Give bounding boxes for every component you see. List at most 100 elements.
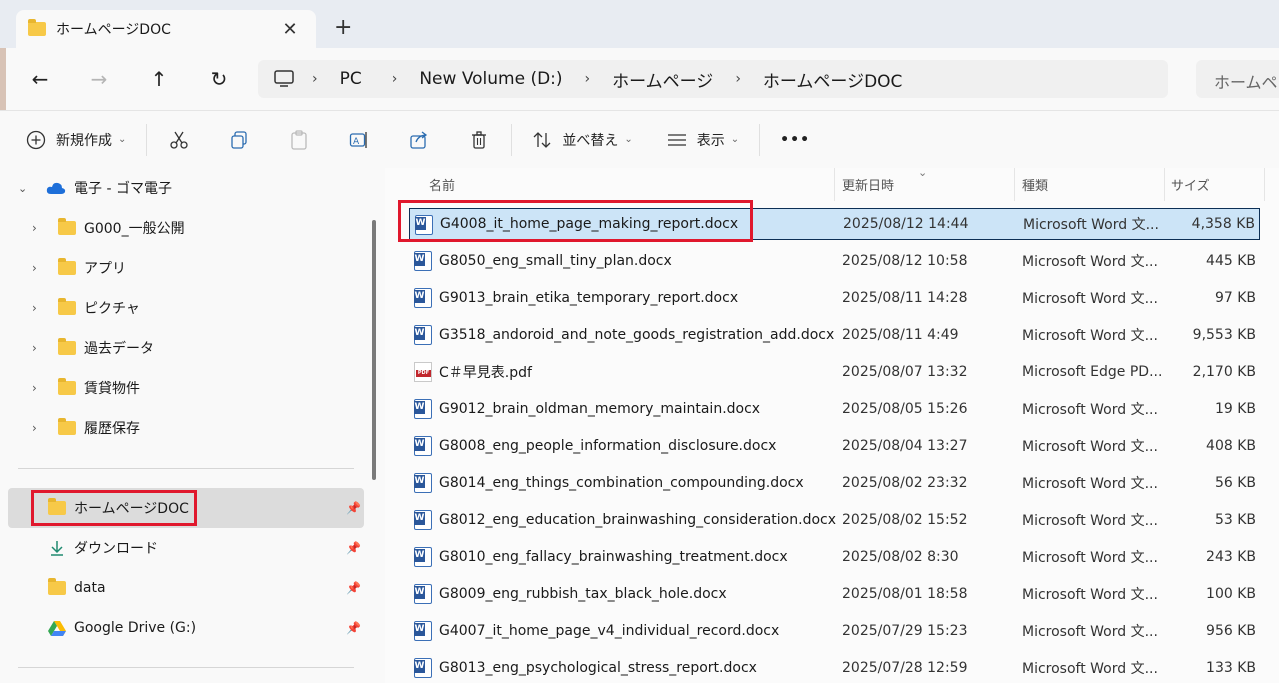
file-name: G8010_eng_fallacy_brainwashing_treatment… — [439, 549, 788, 565]
sidebar-item-pinned[interactable]: data — [48, 573, 106, 603]
chevron-right-icon: › — [32, 341, 37, 355]
forward-button[interactable]: → — [87, 68, 111, 90]
column-header-name[interactable]: 名前 — [429, 168, 455, 201]
file-name: C＃早見表.pdf — [439, 365, 532, 381]
sidebar-item-pinned[interactable]: Google Drive (G:) — [48, 613, 196, 643]
share-button[interactable] — [409, 130, 429, 150]
file-date: 2025/08/02 15:52 — [842, 512, 968, 528]
file-date: 2025/08/02 8:30 — [842, 549, 959, 565]
close-tab-icon[interactable]: ✕ — [280, 19, 300, 40]
file-size: 445 KB — [1206, 253, 1256, 269]
word-document-icon — [414, 288, 432, 308]
refresh-button[interactable]: ↻ — [207, 68, 231, 90]
word-document-icon — [414, 436, 432, 456]
folder-icon — [58, 298, 76, 315]
copy-button[interactable] — [229, 130, 249, 150]
trash-icon — [472, 130, 487, 149]
sort-button[interactable]: 並べ替え ⌄ — [532, 130, 633, 150]
file-name: G8050_eng_small_tiny_plan.docx — [439, 253, 672, 269]
file-size: 97 KB — [1214, 290, 1256, 306]
file-type: Microsoft Word 文... — [1022, 328, 1158, 344]
pin-icon[interactable]: 📌 — [346, 581, 361, 595]
sidebar-scrollbar[interactable] — [372, 220, 376, 480]
file-size: 9,553 KB — [1192, 327, 1256, 343]
view-list-icon — [667, 133, 686, 146]
pin-icon[interactable]: 📌 — [346, 621, 361, 635]
file-row[interactable]: G8050_eng_small_tiny_plan.docx 2025/08/1… — [409, 245, 1260, 277]
file-row[interactable]: G8013_eng_psychological_stress_report.do… — [409, 652, 1260, 683]
word-document-icon — [414, 584, 432, 604]
sidebar-item-onedrive[interactable]: ⌄ 電子 - ゴマ電子 — [18, 173, 172, 203]
word-document-icon — [414, 473, 432, 493]
file-row[interactable]: G9012_brain_oldman_memory_maintain.docx … — [409, 393, 1260, 425]
breadcrumb-pc[interactable]: PC — [340, 69, 362, 89]
file-date: 2025/08/05 15:26 — [842, 401, 968, 417]
paste-button[interactable] — [289, 129, 309, 150]
file-row[interactable]: G8014_eng_things_combination_compounding… — [409, 467, 1260, 499]
file-row[interactable]: G8012_eng_education_brainwashing_conside… — [409, 504, 1260, 536]
file-type: Microsoft Word 文... — [1022, 587, 1158, 603]
chevron-right-icon: › — [32, 301, 37, 315]
new-button[interactable]: 新規作成 ⌄ — [26, 130, 126, 150]
file-date: 2025/08/12 10:58 — [842, 253, 968, 269]
sidebar-item-folder[interactable]: › ピクチャ — [32, 293, 140, 323]
breadcrumb-homepage[interactable]: ホームページ — [612, 67, 713, 92]
file-date: 2025/08/02 23:32 — [842, 475, 968, 491]
more-options-button[interactable]: ••• — [780, 132, 810, 148]
address-bar[interactable]: › PC › New Volume (D:) › ホームページ › ホームページ… — [258, 60, 1168, 98]
breadcrumb-separator: › — [391, 71, 398, 87]
column-divider[interactable] — [1164, 168, 1165, 201]
file-type: Microsoft Word 文... — [1022, 476, 1158, 492]
divider — [18, 468, 354, 469]
column-divider[interactable] — [1264, 168, 1265, 201]
file-name: G8009_eng_rubbish_tax_black_hole.docx — [439, 586, 727, 602]
search-input[interactable]: ホームページ — [1196, 60, 1279, 98]
back-button[interactable]: ← — [28, 68, 52, 90]
sidebar-item-label: アプリ — [84, 261, 126, 277]
word-document-icon — [414, 325, 432, 345]
paste-icon — [291, 129, 308, 150]
file-row[interactable]: C＃早見表.pdf 2025/08/07 13:32 Microsoft Edg… — [409, 356, 1260, 388]
file-type: Microsoft Word 文... — [1022, 624, 1158, 640]
address-row: ← → ↑ ↻ › PC › New Volume (D:) › ホームページ … — [6, 48, 1279, 110]
file-size: 53 KB — [1214, 512, 1256, 528]
breadcrumb-volume[interactable]: New Volume (D:) — [419, 69, 562, 89]
sidebar-item-folder[interactable]: › アプリ — [32, 253, 126, 283]
word-document-icon — [414, 547, 432, 567]
column-divider[interactable] — [834, 168, 835, 201]
chevron-down-icon: ⌄ — [624, 134, 633, 145]
rename-button[interactable]: A — [349, 130, 369, 150]
cut-button[interactable] — [169, 130, 189, 150]
pin-icon[interactable]: 📌 — [346, 541, 361, 555]
column-header-type[interactable]: 種類 — [1022, 168, 1048, 201]
new-tab-button[interactable]: + — [334, 17, 352, 39]
file-row[interactable]: G4007_it_home_page_v4_individual_record.… — [409, 615, 1260, 647]
word-document-icon — [414, 251, 432, 271]
chevron-down-icon: ⌄ — [118, 134, 127, 145]
breadcrumb-homepage-doc[interactable]: ホームページDOC — [763, 67, 903, 92]
tab-active[interactable]: ホームページDOC ✕ — [16, 10, 316, 48]
command-bar: 新規作成 ⌄ A 並べ替え ⌄ 表示 ⌄ ••• — [0, 110, 1279, 168]
sidebar-item-folder[interactable]: › 履歴保存 — [32, 413, 140, 443]
file-row[interactable]: G9013_brain_etika_temporary_report.docx … — [409, 282, 1260, 314]
tab-title: ホームページDOC — [56, 22, 171, 38]
pin-icon[interactable]: 📌 — [346, 501, 361, 515]
up-button[interactable]: ↑ — [147, 68, 171, 90]
file-name: G8014_eng_things_combination_compounding… — [439, 475, 804, 491]
view-button[interactable]: 表示 ⌄ — [667, 130, 739, 150]
file-row[interactable]: G8008_eng_people_information_disclosure.… — [409, 430, 1260, 462]
file-row[interactable]: G8010_eng_fallacy_brainwashing_treatment… — [409, 541, 1260, 573]
sidebar-item-folder[interactable]: › 賃貸物件 — [32, 373, 140, 403]
sidebar-item-folder[interactable]: › 過去データ — [32, 333, 154, 363]
column-header-size[interactable]: サイズ — [1171, 168, 1210, 201]
file-row[interactable]: G8009_eng_rubbish_tax_black_hole.docx 20… — [409, 578, 1260, 610]
column-header-date[interactable]: 更新日時 — [842, 168, 894, 201]
sort-indicator-icon: ⌄ — [918, 166, 928, 179]
sidebar-item-pinned[interactable]: ダウンロード — [48, 533, 158, 563]
sidebar-item-folder[interactable]: › G000_一般公開 — [32, 213, 185, 243]
file-row[interactable]: G3518_andoroid_and_note_goods_registrati… — [409, 319, 1260, 351]
svg-text:A: A — [353, 137, 360, 147]
file-size: 100 KB — [1206, 586, 1256, 602]
column-divider[interactable] — [1014, 168, 1015, 201]
delete-button[interactable] — [469, 130, 489, 150]
